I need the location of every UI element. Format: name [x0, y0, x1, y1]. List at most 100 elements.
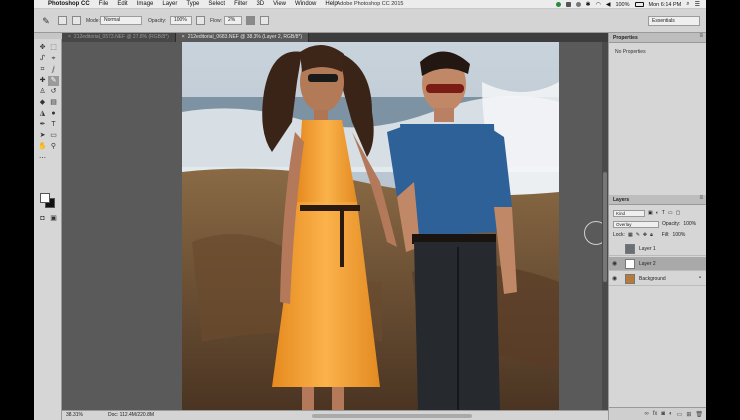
type-tool-icon[interactable]: T [48, 120, 59, 130]
adjustment-layer-icon[interactable]: ◐ [669, 411, 673, 417]
filter-adjustment-icon[interactable]: ◐ [656, 210, 659, 216]
layer-name[interactable]: Layer 1 [639, 246, 656, 252]
zoom-tool-icon[interactable]: ⚲ [48, 142, 59, 152]
pen-tool-icon[interactable]: ✒ [37, 120, 48, 130]
quick-select-tool-icon[interactable]: ⌖ [48, 54, 59, 64]
pressure-opacity-icon[interactable] [196, 16, 205, 25]
history-brush-tool-icon[interactable]: ↺ [48, 87, 59, 97]
toggle-brush-panel-icon[interactable] [72, 16, 81, 25]
workspace-switcher[interactable]: Essentials [648, 16, 700, 26]
time-machine-icon[interactable] [575, 2, 581, 7]
move-tool-icon[interactable]: ✥ [37, 43, 48, 53]
panel-menu-icon[interactable]: ≡ [699, 195, 703, 201]
new-group-icon[interactable]: ▭ [677, 411, 683, 418]
bluetooth-icon[interactable]: ✱ [586, 1, 591, 8]
flow-field[interactable]: 2% [224, 16, 242, 25]
lock-transparency-icon[interactable]: ▦ [628, 232, 633, 238]
dropbox-icon[interactable] [565, 2, 571, 7]
shape-tool-icon[interactable]: ▭ [48, 131, 59, 141]
document-tab[interactable]: × 212editorial_0573.NEF @ 27.8% (RGB/8*) [62, 33, 176, 42]
lock-position-icon[interactable]: ✥ [643, 232, 647, 238]
quick-mask-icon[interactable]: ◘ [37, 214, 48, 224]
document-canvas[interactable] [182, 42, 559, 410]
menu-image[interactable]: Image [137, 1, 154, 7]
screen-mode-icon[interactable]: ▣ [48, 214, 59, 224]
dodge-tool-icon[interactable]: ● [48, 109, 59, 119]
menu-3d[interactable]: 3D [256, 1, 264, 7]
clone-stamp-tool-icon[interactable]: ♙ [37, 87, 48, 97]
blur-tool-icon[interactable]: ◮ [37, 109, 48, 119]
mode-select[interactable]: Normal [100, 16, 142, 25]
lock-pixels-icon[interactable]: ✎ [636, 232, 640, 238]
marquee-tool-icon[interactable]: ⬚ [48, 43, 59, 53]
path-selection-tool-icon[interactable]: ➤ [37, 131, 48, 141]
panel-menu-icon[interactable]: ≡ [699, 33, 703, 39]
document-tab-active[interactable]: × 212editorial_0683.NEF @ 38.3% (Layer 2,… [175, 33, 310, 42]
filter-pixel-icon[interactable]: ▣ [648, 210, 653, 216]
edit-toolbar-icon[interactable]: ⋯ [37, 154, 48, 164]
filter-type-icon[interactable]: T [662, 210, 665, 216]
menu-edit[interactable]: Edit [117, 1, 127, 7]
document-size[interactable]: Doc: 112.4M/220.8M [108, 412, 154, 418]
new-layer-icon[interactable]: ⊞ [686, 411, 691, 418]
lock-all-icon[interactable]: 🔒︎ [650, 232, 653, 238]
airbrush-icon[interactable] [246, 16, 255, 25]
add-mask-icon[interactable]: ◙ [661, 411, 665, 417]
menu-view[interactable]: View [273, 1, 286, 7]
eye-icon[interactable]: ◉ [612, 260, 617, 267]
filter-smart-object-icon[interactable]: ▢ [676, 210, 681, 216]
layer-row[interactable]: Layer 1 [609, 242, 706, 256]
wifi-icon[interactable]: ◠ [596, 1, 601, 8]
menu-filter[interactable]: Filter [234, 1, 247, 7]
canvas-workspace[interactable] [62, 42, 608, 410]
blend-mode-select[interactable]: Overlay [613, 220, 659, 228]
lasso-tool-icon[interactable]: ᔑ [37, 54, 48, 64]
battery-icon[interactable] [634, 2, 644, 7]
menu-layer[interactable]: Layer [162, 1, 177, 7]
foreground-color-swatch[interactable] [40, 193, 50, 203]
layers-tab[interactable]: Layers [613, 197, 629, 203]
layer-row[interactable]: ◉ Background ▪ [609, 272, 706, 286]
kind-filter-select[interactable]: Kind [613, 209, 645, 217]
vertical-scroll-thumb[interactable] [603, 172, 607, 282]
layer-opacity-value[interactable]: 100% [683, 221, 696, 227]
brush-tool-preset-icon[interactable]: ✎ [40, 15, 52, 27]
menu-file[interactable]: File [99, 1, 109, 7]
hand-tool-icon[interactable]: ✋ [37, 142, 48, 152]
brush-preset-picker[interactable] [58, 16, 67, 25]
close-tab-icon[interactable]: × [68, 34, 71, 40]
horizontal-scrollbar[interactable] [312, 414, 472, 418]
properties-panel-header[interactable]: Properties ≡ [609, 33, 706, 43]
healing-brush-tool-icon[interactable]: ✚ [37, 76, 48, 86]
close-tab-icon[interactable]: × [182, 34, 185, 40]
volume-icon[interactable]: ◀ [606, 1, 611, 8]
menu-type[interactable]: Type [186, 1, 199, 7]
menu-select[interactable]: Select [208, 1, 225, 7]
menu-app-name[interactable]: Photoshop CC [48, 1, 90, 7]
pressure-size-icon[interactable] [260, 16, 269, 25]
eraser-tool-icon[interactable]: ◆ [37, 98, 48, 108]
photo-couple-on-beach[interactable] [182, 42, 559, 410]
eye-icon[interactable]: ◉ [612, 275, 617, 282]
layer-name[interactable]: Background [639, 276, 666, 282]
link-layers-icon[interactable]: ∞ [644, 411, 648, 417]
crop-tool-icon[interactable]: ⌗ [37, 65, 48, 75]
app-status-icon[interactable] [555, 2, 561, 7]
menu-help[interactable]: Help [325, 1, 337, 7]
layer-style-icon[interactable]: fx [653, 411, 658, 417]
gradient-tool-icon[interactable]: ▤ [48, 98, 59, 108]
layer-row-selected[interactable]: ◉ Layer 2 [609, 257, 706, 271]
spotlight-icon[interactable]: ⌕ [686, 1, 689, 8]
color-swatches[interactable] [40, 193, 56, 209]
notification-center-icon[interactable]: ☰ [695, 1, 700, 8]
layer-name[interactable]: Layer 2 [639, 261, 656, 267]
menu-window[interactable]: Window [295, 1, 316, 7]
clock[interactable]: Mon 6:14 PM [649, 2, 682, 8]
tools-panel-grip[interactable] [34, 33, 62, 39]
properties-tab[interactable]: Properties [613, 35, 638, 41]
layers-panel-header[interactable]: Layers ≡ [609, 195, 706, 205]
fill-value[interactable]: 100% [673, 232, 686, 238]
brush-tool-icon[interactable]: ✎ [48, 76, 59, 86]
delete-layer-icon[interactable]: 🗑︎ [695, 411, 703, 418]
opacity-field[interactable]: 100% [170, 16, 192, 25]
